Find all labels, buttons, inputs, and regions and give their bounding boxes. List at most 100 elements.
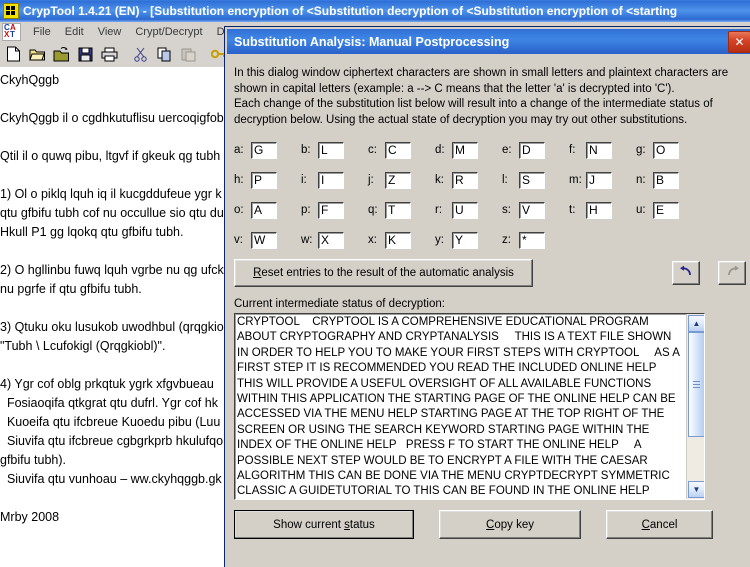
plain-input-r[interactable]: U: [452, 201, 478, 219]
toolbar-separator: [122, 44, 129, 64]
cipher-label-q: q:: [368, 204, 378, 216]
new-file-icon[interactable]: [2, 43, 25, 65]
cryptool-logo-icon: [3, 3, 19, 19]
cipher-label-s: s:: [502, 204, 511, 216]
substitution-cell-s: s: V: [502, 201, 569, 219]
substitution-cell-c: c: C: [368, 141, 435, 159]
substitution-row: v: W w: X x: K y: Y z: *: [234, 229, 746, 251]
substitution-analysis-dialog: Substitution Analysis: Manual Postproces…: [224, 26, 750, 567]
cipher-label-r: r:: [435, 204, 443, 216]
plain-input-u[interactable]: E: [653, 201, 679, 219]
substitution-cell-b: b: L: [301, 141, 368, 159]
menu-file[interactable]: File: [26, 24, 58, 40]
instruction-line-1: In this dialog window ciphertext charact…: [234, 67, 729, 79]
substitution-cell-i: i: I: [301, 171, 368, 189]
substitution-cell-r: r: U: [435, 201, 502, 219]
menu-edit[interactable]: Edit: [58, 24, 91, 40]
plain-input-a[interactable]: G: [251, 141, 277, 159]
plain-input-i[interactable]: I: [318, 171, 344, 189]
dialog-title: Substitution Analysis: Manual Postproces…: [234, 34, 510, 49]
substitution-cell-p: p: F: [301, 201, 368, 219]
save-file-icon[interactable]: [74, 43, 97, 65]
plain-input-q[interactable]: T: [385, 201, 411, 219]
scroll-thumb-grip: [693, 381, 700, 388]
plain-input-n[interactable]: B: [653, 171, 679, 189]
scroll-up-arrow-icon[interactable]: ▲: [688, 315, 704, 332]
substitution-cell-z: z: *: [502, 231, 569, 249]
cipher-label-d: d:: [435, 144, 445, 156]
decryption-textbox[interactable]: CRYPTOOL CRYPTOOL IS A COMPREHENSIVE EDU…: [234, 313, 705, 500]
substitution-row: o: A p: F q: T r: U s: V t: H u: E: [234, 199, 746, 221]
plain-input-e[interactable]: D: [519, 141, 545, 159]
cipher-label-f: f:: [569, 144, 576, 156]
decryption-text: CRYPTOOL CRYPTOOL IS A COMPREHENSIVE EDU…: [237, 316, 680, 498]
show-status-label-suffix: tatus: [349, 518, 375, 531]
cipher-label-x: x:: [368, 234, 377, 246]
cipher-label-i: i:: [301, 174, 307, 186]
cipher-label-n: n:: [636, 174, 646, 186]
plain-input-g[interactable]: O: [653, 141, 679, 159]
dialog-footer: Show current status Copy key Cancel: [234, 510, 746, 539]
cipher-label-w: w:: [301, 234, 313, 246]
decryption-scrollbar[interactable]: ▲ ▼: [686, 314, 704, 499]
cipher-label-e: e:: [502, 144, 512, 156]
plain-input-c[interactable]: C: [385, 141, 411, 159]
menu-crypt-decrypt[interactable]: Crypt/Decrypt: [128, 24, 209, 40]
substitution-cell-u: u: E: [636, 201, 703, 219]
close-icon[interactable]: ✕: [728, 31, 750, 53]
cipher-label-l: l:: [502, 174, 508, 186]
paste-icon: [177, 43, 200, 65]
scroll-down-arrow-icon[interactable]: ▼: [688, 481, 704, 498]
cancel-button[interactable]: Cancel: [606, 510, 713, 539]
substitution-cell-v: v: W: [234, 231, 301, 249]
cipher-label-o: o:: [234, 204, 244, 216]
open-recent-icon[interactable]: [50, 43, 73, 65]
cipher-label-c: c:: [368, 144, 377, 156]
app-titlebar: CrypTool 1.4.21 (EN) - [Substitution enc…: [0, 0, 750, 22]
substitution-cell-d: d: M: [435, 141, 502, 159]
plain-input-v[interactable]: W: [251, 231, 277, 249]
plain-input-m[interactable]: J: [586, 171, 612, 189]
plain-input-x[interactable]: K: [385, 231, 411, 249]
cipher-label-u: u:: [636, 204, 646, 216]
cipher-label-v: v:: [234, 234, 243, 246]
plain-input-z[interactable]: *: [519, 231, 545, 249]
decryption-scroll-thumb[interactable]: [688, 332, 704, 437]
plain-input-j[interactable]: Z: [385, 171, 411, 189]
copy-icon[interactable]: [153, 43, 176, 65]
plain-input-h[interactable]: P: [251, 171, 277, 189]
instruction-line-4: decryption below. Using the actual state…: [234, 113, 688, 126]
substitution-cell-y: y: Y: [435, 231, 502, 249]
plain-input-w[interactable]: X: [318, 231, 344, 249]
cancel-label: ancel: [649, 518, 678, 531]
substitution-cell-l: l: S: [502, 171, 569, 189]
print-icon[interactable]: [98, 43, 121, 65]
cryptool-menu-logo-icon: CAXT: [2, 22, 21, 41]
reset-entries-button[interactable]: Reset entries to the result of the autom…: [234, 259, 533, 287]
cut-icon[interactable]: [129, 43, 152, 65]
menu-view[interactable]: View: [91, 24, 129, 40]
plain-input-p[interactable]: F: [318, 201, 344, 219]
plain-input-s[interactable]: V: [519, 201, 545, 219]
show-current-status-button[interactable]: Show current status: [234, 510, 414, 539]
plain-input-k[interactable]: R: [452, 171, 478, 189]
substitution-cell-w: w: X: [301, 231, 368, 249]
substitution-cell-n: n: B: [636, 171, 703, 189]
substitution-cell-k: k: R: [435, 171, 502, 189]
open-file-icon[interactable]: [26, 43, 49, 65]
plain-input-f[interactable]: N: [586, 141, 612, 159]
plain-input-b[interactable]: L: [318, 141, 344, 159]
reset-button-label: eset entries to the result of the automa…: [261, 267, 514, 279]
plain-input-d[interactable]: M: [452, 141, 478, 159]
show-status-label-prefix: Show current: [273, 518, 345, 531]
plain-input-l[interactable]: S: [519, 171, 545, 189]
redo-button: [718, 261, 746, 285]
undo-button[interactable]: [672, 261, 700, 285]
plain-input-o[interactable]: A: [251, 201, 277, 219]
plain-input-t[interactable]: H: [586, 201, 612, 219]
substitution-cell-j: j: Z: [368, 171, 435, 189]
copy-key-button[interactable]: Copy key: [439, 510, 581, 539]
plain-input-y[interactable]: Y: [452, 231, 478, 249]
cipher-label-j: j:: [368, 174, 374, 186]
toolbar-separator-2: [201, 44, 208, 64]
